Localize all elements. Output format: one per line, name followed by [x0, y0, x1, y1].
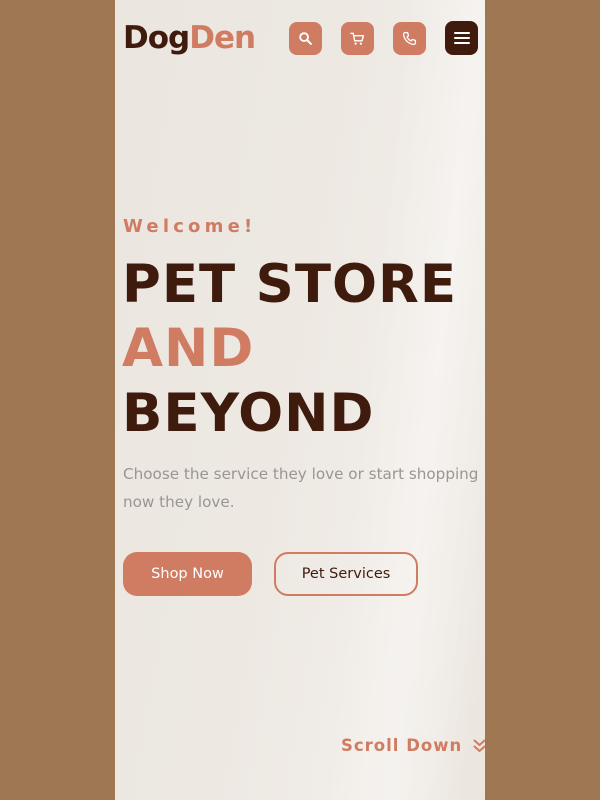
hero-eyebrow: Welcome!: [123, 216, 257, 237]
headline-line-1: PET STORE: [122, 254, 458, 315]
phone-button[interactable]: [393, 22, 426, 55]
scroll-down-link[interactable]: Scroll Down: [341, 736, 485, 755]
menu-button[interactable]: [445, 21, 478, 55]
scroll-down-label: Scroll Down: [341, 736, 463, 755]
cart-button[interactable]: [341, 22, 374, 55]
pet-services-button[interactable]: Pet Services: [274, 552, 418, 596]
cart-icon: [350, 32, 365, 45]
search-button[interactable]: [289, 22, 322, 55]
headline-line-3: BEYOND: [122, 383, 375, 444]
brand-name-part1: Dog: [123, 20, 190, 56]
headline-line-2: AND: [122, 318, 255, 379]
phone-icon: [402, 31, 417, 46]
brand-logo[interactable]: DogDen: [123, 18, 256, 58]
menu-icon: [453, 32, 470, 44]
hero-description: Choose the service they love or start sh…: [123, 465, 479, 511]
double-chevron-down-icon: [473, 739, 485, 752]
site-header: DogDen: [115, 0, 485, 78]
shop-now-button[interactable]: Shop Now: [123, 552, 252, 596]
mobile-page: DogDen Welcome! PET STORE AND BEYOND Cho…: [115, 0, 485, 800]
brand-name-part2: Den: [189, 20, 256, 56]
search-icon: [299, 32, 312, 45]
